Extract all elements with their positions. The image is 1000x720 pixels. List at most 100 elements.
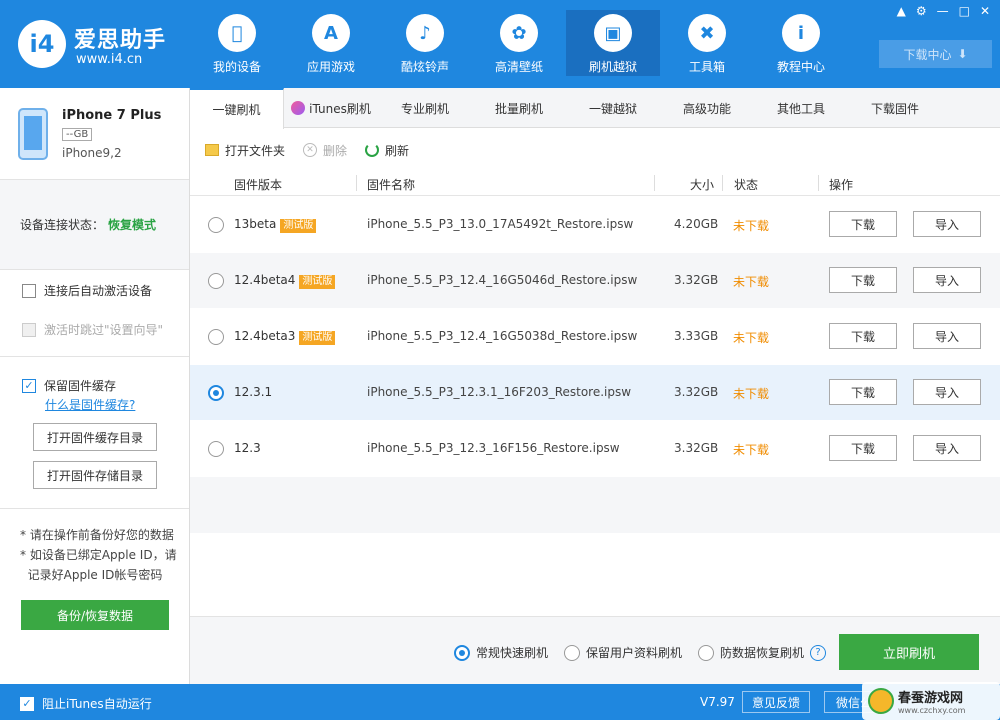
flash-options-bar: 常规快速刷机 保留用户资料刷机 防数据恢复刷机 ? 立即刷机 [190, 616, 1000, 684]
tab-advanced[interactable]: 高级功能 [660, 88, 754, 128]
header-name: 固件名称 [367, 178, 416, 192]
refresh-label: 刷新 [385, 143, 410, 158]
version-text: 12.3 [234, 441, 261, 455]
nav-flash-jailbreak[interactable]: ▣ 刷机越狱 [566, 10, 660, 76]
top-bar: i4 爱思助手 www.i4.cn  我的设备 A 应用游戏 ♪ 酷炫铃声 ✿… [0, 0, 1000, 88]
flash-mode-radio[interactable] [564, 644, 580, 661]
import-button[interactable]: 导入 [913, 435, 981, 461]
beta-badge: 测试版 [299, 275, 336, 289]
empty-row [190, 477, 1000, 533]
download-button[interactable]: 下载 [829, 379, 897, 405]
keep-cache-label: 保留固件缓存 [44, 379, 117, 393]
keep-cache-option[interactable]: ✓ 保留固件缓存 [22, 377, 116, 394]
open-cache-dir-button[interactable]: 打开固件缓存目录 [33, 423, 157, 451]
row-radio[interactable] [208, 385, 224, 401]
feedback-button[interactable]: 意见反馈 [742, 691, 810, 713]
tab-other-tools[interactable]: 其他工具 [754, 88, 848, 128]
nav-apps-games[interactable]: A 应用游戏 [284, 10, 378, 76]
header-version: 固件版本 [234, 178, 283, 192]
table-row[interactable]: 12.3.1 iPhone_5.5_P3_12.3.1_16F203_Resto… [190, 365, 1000, 421]
phone-icon [18, 108, 48, 160]
watermark-text: 春蚕游戏网 www.czchxy.com [898, 687, 965, 715]
backup-restore-button[interactable]: 备份/恢复数据 [21, 600, 169, 630]
import-button[interactable]: 导入 [913, 379, 981, 405]
open-store-dir-button[interactable]: 打开固件存储目录 [33, 461, 157, 489]
nav-wallpapers[interactable]: ✿ 高清壁纸 [472, 10, 566, 76]
download-button[interactable]: 下载 [829, 211, 897, 237]
row-status: 未下载 [733, 275, 770, 289]
tab-one-click-flash[interactable]: 一键刷机 [190, 88, 284, 129]
import-button[interactable]: 导入 [913, 323, 981, 349]
flash-mode-label: 保留用户资料刷机 [586, 646, 683, 660]
block-itunes-option[interactable]: ✓ 阻止iTunes自动运行 [20, 695, 152, 712]
flash-mode-keep-data[interactable]: 保留用户资料刷机 [564, 644, 682, 661]
gear-icon[interactable]: ⚙ [916, 4, 927, 18]
refresh-button[interactable]: 刷新 [365, 142, 409, 159]
download-button[interactable]: 下载 [829, 267, 897, 293]
itunes-icon [291, 101, 306, 115]
connection-value: 恢复模式 [108, 218, 157, 232]
delete-button[interactable]: ✕ 删除 [303, 142, 347, 159]
keep-cache-checkbox[interactable]: ✓ [22, 378, 36, 393]
row-size: 4.20GB [674, 217, 719, 231]
block-itunes-checkbox[interactable]: ✓ [20, 696, 34, 711]
shirt-icon[interactable]: ▲ [897, 4, 906, 18]
what-is-cache-link[interactable]: 什么是固件缓存? [45, 396, 135, 413]
auto-activate-checkbox[interactable] [22, 283, 36, 298]
minimize-icon[interactable]: — [937, 4, 949, 18]
row-radio[interactable] [208, 273, 224, 289]
status-bar: ✓ 阻止iTunes自动运行 V7.97 意见反馈 微信公 [0, 684, 1000, 720]
tab-itunes-flash[interactable]: iTunes刷机 [284, 88, 378, 128]
nav-ringtones[interactable]: ♪ 酷炫铃声 [378, 10, 472, 76]
row-filename: iPhone_5.5_P3_12.3.1_16F203_Restore.ipsw [367, 385, 632, 399]
header-action: 操作 [829, 178, 854, 192]
row-radio[interactable] [208, 329, 224, 345]
tab-batch-flash[interactable]: 批量刷机 [472, 88, 566, 128]
download-button[interactable]: 下载 [829, 435, 897, 461]
maximize-icon[interactable]: □ [959, 4, 970, 18]
row-version: 12.4beta4 测试版 [234, 273, 336, 289]
close-icon[interactable]: ✕ [980, 4, 990, 18]
info-icon: i [782, 14, 820, 52]
tab-pro-flash[interactable]: 专业刷机 [378, 88, 472, 128]
download-center-label: 下载中心 [903, 47, 952, 62]
flash-now-button[interactable]: 立即刷机 [839, 634, 979, 670]
header-separator [356, 175, 357, 191]
row-version: 12.3.1 [234, 385, 272, 399]
brand-url: www.i4.cn [76, 52, 143, 67]
flash-mode-radio[interactable] [698, 644, 714, 661]
download-center-button[interactable]: 下载中心 ⬇ [879, 40, 992, 68]
tab-label: iTunes刷机 [309, 101, 371, 116]
row-radio[interactable] [208, 441, 224, 457]
beta-badge: 测试版 [299, 331, 336, 345]
nav-label: 教程中心 [776, 60, 825, 74]
import-button[interactable]: 导入 [913, 267, 981, 293]
note-line: * 请在操作前备份好您的数据 [20, 528, 174, 542]
table-row[interactable]: 12.4beta3 测试版 iPhone_5.5_P3_12.4_16G5038d… [190, 309, 1000, 365]
flash-mode-anti-recovery[interactable]: 防数据恢复刷机 ? [698, 644, 827, 661]
row-radio[interactable] [208, 217, 224, 233]
flash-mode-normal[interactable]: 常规快速刷机 [454, 644, 548, 661]
tab-label: 高级功能 [682, 101, 731, 116]
open-folder-button[interactable]: 打开文件夹 [205, 142, 285, 159]
table-row[interactable]: 13beta 测试版 iPhone_5.5_P3_13.0_17A5492t_Re… [190, 197, 1000, 253]
divider [0, 508, 189, 509]
table-row[interactable]: 12.4beta4 测试版 iPhone_5.5_P3_12.4_16G5046d… [190, 253, 1000, 309]
download-button[interactable]: 下载 [829, 323, 897, 349]
nav-my-device[interactable]:  我的设备 [190, 10, 284, 76]
download-icon: ⬇ [957, 47, 968, 61]
nav-tutorials[interactable]: i 教程中心 [754, 10, 848, 76]
flash-mode-radio[interactable] [454, 644, 470, 661]
header-status: 状态 [734, 178, 759, 192]
refresh-icon [365, 143, 380, 157]
table-row[interactable]: 12.3 iPhone_5.5_P3_12.3_16F156_Restore.i… [190, 421, 1000, 477]
connection-label-text: 设备连接状态： [20, 218, 105, 232]
help-icon[interactable]: ? [810, 644, 827, 661]
auto-activate-option[interactable]: 连接后自动激活设备 [22, 282, 152, 299]
nav-toolbox[interactable]: ✖ 工具箱 [660, 10, 754, 76]
delete-icon: ✕ [303, 143, 318, 157]
tab-jailbreak[interactable]: 一键越狱 [566, 88, 660, 128]
delete-label: 删除 [323, 143, 348, 158]
import-button[interactable]: 导入 [913, 211, 981, 237]
tab-download-firmware[interactable]: 下载固件 [848, 88, 942, 128]
